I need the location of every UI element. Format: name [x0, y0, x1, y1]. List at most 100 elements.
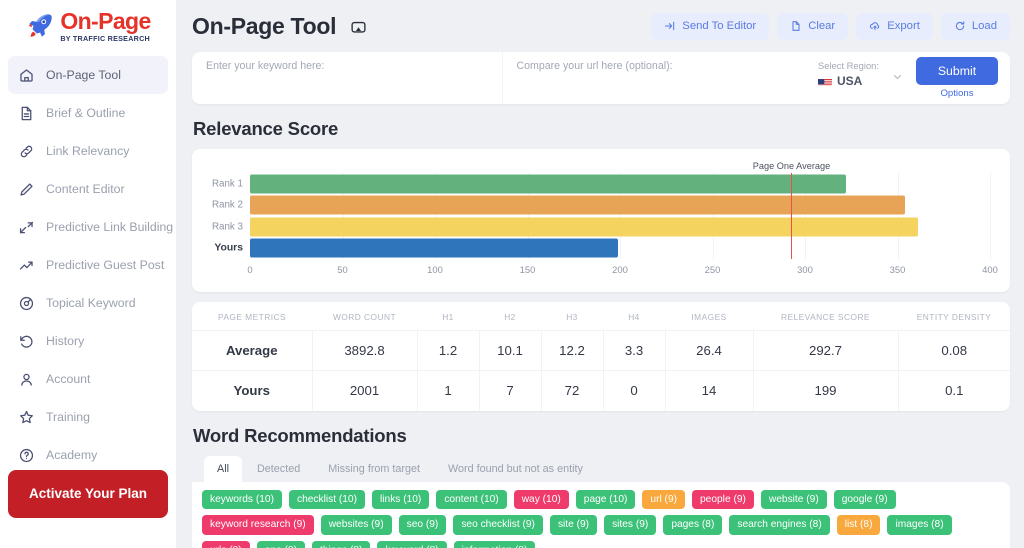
tab-missing-from-target[interactable]: Missing from target [315, 456, 433, 482]
sidebar-item-label: Predictive Guest Post [46, 258, 165, 273]
link-icon [18, 143, 35, 160]
chevron-down-icon[interactable] [891, 70, 904, 88]
table-cell: Average [192, 330, 312, 371]
clear-button[interactable]: Clear [777, 12, 849, 40]
table-cell: 0.1 [897, 370, 1010, 411]
sidebar-item-topical-keyword[interactable]: Topical Keyword [8, 284, 168, 322]
chart-x-tick: 100 [427, 264, 443, 275]
word-tag[interactable]: images (8) [887, 515, 952, 535]
sidebar-item-academy[interactable]: Academy [8, 436, 168, 474]
sidebar-item-link-relevancy[interactable]: Link Relevancy [8, 132, 168, 170]
word-tag[interactable]: checklist (10) [288, 489, 365, 510]
table-cell: 26.4 [664, 330, 753, 371]
sidebar-item-training[interactable]: Training [8, 398, 168, 436]
button-label: Load [971, 20, 997, 32]
document-icon [18, 105, 35, 122]
sidebar-item-on-page-tool[interactable]: On-Page Tool [8, 56, 168, 95]
sidebar-item-brief-outline[interactable]: Brief & Outline [8, 94, 168, 132]
keyword-input[interactable] [206, 77, 488, 88]
chart-bar[interactable] [250, 217, 918, 237]
chart-bar-row: Rank 3 [212, 217, 990, 237]
table-row: Yours 2001 1 7 72 0 14 199 0.1 [192, 370, 1010, 411]
word-tag[interactable]: urls (8) [202, 540, 250, 548]
word-tag[interactable]: things (8) [311, 540, 371, 548]
word-tag[interactable]: url (9) [642, 489, 686, 510]
table-cell: 14 [664, 370, 753, 411]
tab-word-found-but-not-as-entity[interactable]: Word found but not as entity [435, 456, 596, 482]
export-button[interactable]: Export [856, 12, 933, 40]
word-tag[interactable]: keywords (10) [202, 489, 282, 510]
word-tag[interactable]: information (8) [453, 540, 536, 548]
sidebar-item-label: Account [46, 372, 91, 387]
tab-all[interactable]: All [204, 455, 242, 482]
chart-plot: Rank 1 Rank 2 Rank 3 Yours [212, 173, 991, 259]
table-cell: 0.08 [897, 330, 1010, 371]
word-tag[interactable]: websites (9) [320, 515, 392, 535]
sidebar-item-label: Content Editor [46, 182, 125, 197]
submit-group: Submit Options [912, 52, 1010, 104]
region-select[interactable]: Select Region: USA [812, 52, 912, 104]
table-column-header: H2 [479, 302, 541, 331]
word-tag[interactable]: people (9) [692, 489, 754, 510]
word-tag[interactable]: search engines (8) [729, 515, 830, 535]
table-column-header: ENTITY DENSITY [898, 302, 1010, 331]
load-button[interactable]: Load [940, 12, 1010, 40]
tab-detected[interactable]: Detected [244, 456, 313, 482]
sidebar-item-content-editor[interactable]: Content Editor [8, 170, 168, 208]
word-tags-panel: keywords (10) checklist (10) links (10) con… [192, 481, 1010, 548]
relevance-score-chart: Rank 1 Rank 2 Rank 3 Yours 0 50 100 150 200 250 3… [192, 149, 1010, 292]
word-tag[interactable]: one (8) [256, 540, 305, 548]
chart-x-tick: 350 [889, 264, 906, 275]
word-tag[interactable]: way (10) [513, 489, 569, 510]
sidebar-item-predictive-link-building[interactable]: Predictive Link Building [8, 208, 173, 246]
sidebar-item-history[interactable]: History [8, 322, 168, 360]
home-icon [18, 67, 35, 84]
table-column-header: H3 [541, 302, 603, 331]
word-tag[interactable]: google (9) [833, 489, 896, 510]
word-tag[interactable]: content (10) [436, 489, 507, 510]
table-cell: 0 [602, 370, 665, 411]
chart-x-tick: 300 [797, 264, 813, 275]
screencast-icon [350, 20, 367, 37]
chart-bar[interactable] [250, 174, 846, 194]
sidebar-item-predictive-guest-post[interactable]: Predictive Guest Post [8, 246, 168, 284]
word-tag[interactable]: seo checklist (9) [453, 515, 543, 535]
target-icon [18, 295, 35, 312]
sidebar-item-label: On-Page Tool [46, 68, 121, 83]
word-tag[interactable]: keyword research (9) [202, 515, 314, 535]
sidebar-item-label: Predictive Link Building [46, 220, 174, 235]
url-input[interactable] [516, 77, 798, 88]
word-tag[interactable]: page (10) [575, 489, 636, 510]
activate-plan-button[interactable]: Activate Your Plan [8, 470, 168, 518]
word-recommendations-heading: Word Recommendations [193, 424, 407, 446]
table-cell: 7 [478, 370, 541, 411]
word-tag[interactable]: site (9) [549, 515, 598, 535]
word-tag[interactable]: pages (8) [663, 515, 723, 535]
table-column-header: WORD COUNT [312, 302, 417, 331]
table-cell: 72 [540, 370, 603, 411]
region-value: USA [837, 74, 863, 88]
chart-bar[interactable] [250, 195, 905, 215]
word-tag[interactable]: list (8) [836, 515, 881, 535]
word-recommendation-tabs: All Detected Missing from target Word found… [192, 455, 1010, 482]
send-to-editor-button[interactable]: Send To Editor [651, 12, 770, 40]
word-tag[interactable]: sites (9) [604, 515, 657, 535]
chart-x-tick: 200 [612, 264, 628, 275]
word-tag[interactable]: links (10) [372, 489, 430, 510]
sidebar-item-account[interactable]: Account [8, 360, 168, 398]
chart-gridline [990, 173, 991, 259]
chart-bar[interactable] [250, 238, 619, 258]
brand-logo[interactable]: On-Page BY TRAFFIC RESEARCH [0, 0, 176, 50]
submit-button[interactable]: Submit [916, 57, 998, 85]
chart-x-tick: 250 [704, 264, 721, 275]
user-icon [18, 371, 35, 388]
send-icon [664, 20, 676, 32]
options-link[interactable]: Options [940, 88, 973, 99]
question-circle-icon [18, 447, 35, 464]
main-content: On-Page Tool Send To Editor Clear Export Lo… [176, 0, 1024, 548]
chart-category-label: Rank 3 [211, 221, 243, 233]
word-tag[interactable]: website (9) [760, 489, 827, 510]
table-cell: 292.7 [752, 330, 898, 371]
word-tag[interactable]: seo (9) [398, 515, 447, 535]
word-tag[interactable]: keyword (8) [377, 540, 447, 548]
